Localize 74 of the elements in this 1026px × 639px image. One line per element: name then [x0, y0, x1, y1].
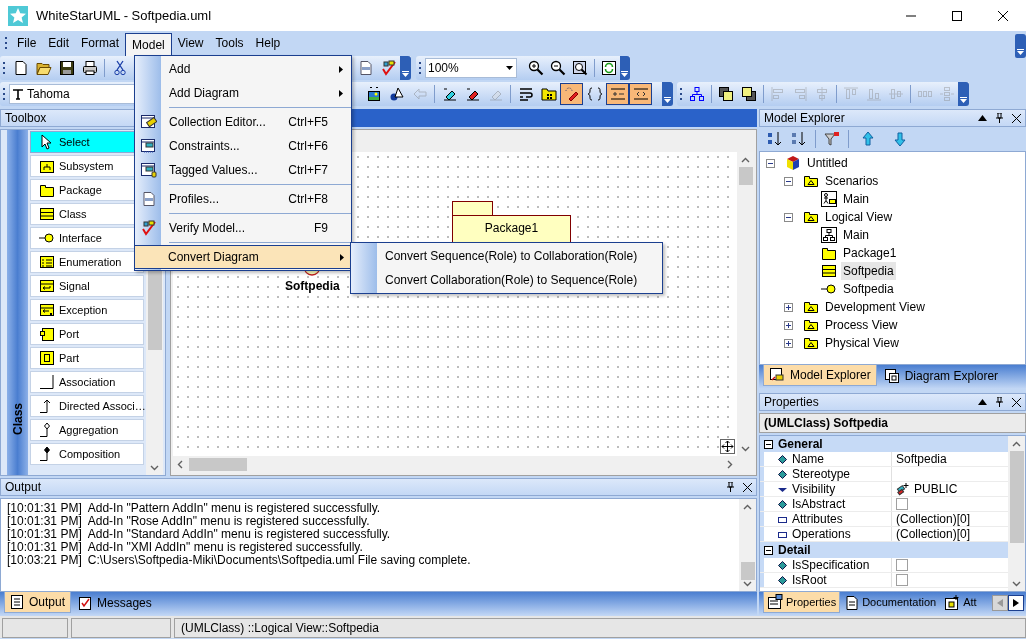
- tree-item[interactable]: Softpedia: [841, 280, 896, 298]
- tree-item[interactable]: Untitled: [805, 154, 850, 172]
- panel-title: Model Explorer: [764, 110, 846, 127]
- toolbox-item[interactable]: Signal: [30, 275, 144, 297]
- panel-title: Toolbox: [5, 110, 47, 127]
- tab[interactable]: Att: [941, 592, 980, 613]
- log-message: Add-In "XMI AddIn" menu is registered successfully.: [87, 541, 363, 554]
- property-name: IsRoot: [792, 572, 827, 589]
- toolbox-item[interactable]: Port: [30, 323, 144, 345]
- menu-item[interactable]: Collection Editor... Ctrl+F5: [135, 110, 351, 134]
- toolbox-tab[interactable]: Class: [7, 130, 28, 475]
- log-message: C:\Users\Softpedia-Miki\Documents\Softpedia.uml File saving complete.: [87, 554, 471, 567]
- element-label: Softpedia: [285, 278, 340, 295]
- menu-item[interactable]: Tools: [209, 31, 250, 55]
- menu-item[interactable]: Add: [135, 57, 351, 81]
- menu-item[interactable]: Model: [125, 32, 172, 56]
- tree-item[interactable]: Scenarios: [823, 172, 881, 190]
- log-message: Add-In "Rose AddIn" menu is registered successfully.: [87, 515, 370, 528]
- menu-item[interactable]: File: [11, 31, 43, 55]
- menu-item[interactable]: Format: [75, 31, 126, 55]
- tab[interactable]: Messages: [73, 592, 157, 613]
- property-name: Name: [792, 451, 824, 468]
- menu-item[interactable]: View: [171, 31, 210, 55]
- tree-item[interactable]: Softpedia: [841, 262, 896, 280]
- property-value: Softpedia: [896, 451, 947, 468]
- log-time: [10:01:31 PM]: [7, 502, 82, 515]
- tab[interactable]: Output: [4, 592, 72, 613]
- property-section[interactable]: Detail: [760, 542, 1008, 558]
- toolbox-item[interactable]: Composition: [30, 443, 144, 465]
- menu-item[interactable]: Edit: [42, 31, 76, 55]
- property-name: IsAbstract: [792, 496, 846, 513]
- font-combo[interactable]: Tahoma: [9, 84, 137, 104]
- property-name: Attributes: [792, 511, 843, 528]
- log-message: Add-In "Pattern AddIn" menu is registered successfully.: [87, 502, 381, 515]
- property-value: (Collection)[0]: [896, 511, 971, 528]
- toolbox-item[interactable]: Directed Associ…: [30, 395, 144, 417]
- tab[interactable]: Documentation: [842, 592, 940, 613]
- property-value: (Collection)[0]: [896, 526, 971, 543]
- menu-item[interactable]: Add Diagram: [135, 81, 351, 105]
- tree-item[interactable]: Process View: [823, 316, 900, 334]
- log-message: Add-In "Standard AddIn" menu is registered successfully.: [87, 528, 391, 541]
- property-name: IsSpecification: [792, 557, 870, 574]
- property-name: Operations: [792, 526, 851, 543]
- status-text: (UMLClass) ::Logical View::Softpedia: [174, 618, 1026, 638]
- toolbox-item[interactable]: Part: [30, 347, 144, 369]
- menu-item[interactable]: Convert Collaboration(Role) to Sequence(Role): [351, 268, 662, 292]
- tab[interactable]: Diagram Explorer: [878, 365, 1004, 386]
- tree-item[interactable]: Package1: [841, 244, 899, 262]
- property-section[interactable]: General: [760, 436, 1008, 452]
- log-time: [10:01:31 PM]: [7, 528, 82, 541]
- tab[interactable]: Properties: [763, 592, 841, 613]
- property-name: Stereotype: [792, 466, 851, 483]
- toolbox-item[interactable]: Exception: [30, 299, 144, 321]
- tree-item[interactable]: Logical View: [823, 208, 895, 226]
- panel-title: Output: [5, 479, 43, 496]
- tree-item[interactable]: Development View: [823, 298, 927, 316]
- tab[interactable]: Model Explorer: [763, 365, 877, 386]
- tree-item[interactable]: Physical View: [823, 334, 901, 352]
- property-subject: (UMLClass) Softpedia: [759, 413, 1026, 433]
- log-time: [10:03:21 PM]: [7, 554, 82, 567]
- tree-item[interactable]: Main: [841, 226, 871, 244]
- log-time: [10:01:31 PM]: [7, 515, 82, 528]
- menu-item[interactable]: Convert Diagram: [134, 245, 352, 269]
- log-time: [10:01:31 PM]: [7, 541, 82, 554]
- menu-item[interactable]: Help: [249, 31, 287, 55]
- toolbox-item[interactable]: Aggregation: [30, 419, 144, 441]
- window-title: WhiteStarUML - Softpedia.uml: [36, 6, 212, 25]
- zoom-combo[interactable]: 100%: [425, 58, 518, 78]
- panel-title: Properties: [764, 394, 820, 411]
- property-value: PUBLIC: [914, 481, 958, 498]
- tree-item[interactable]: Main: [841, 190, 871, 208]
- property-name: Visibility: [792, 481, 836, 498]
- toolbox-item[interactable]: Enumeration: [30, 251, 144, 273]
- toolbox-item[interactable]: Association: [30, 371, 144, 393]
